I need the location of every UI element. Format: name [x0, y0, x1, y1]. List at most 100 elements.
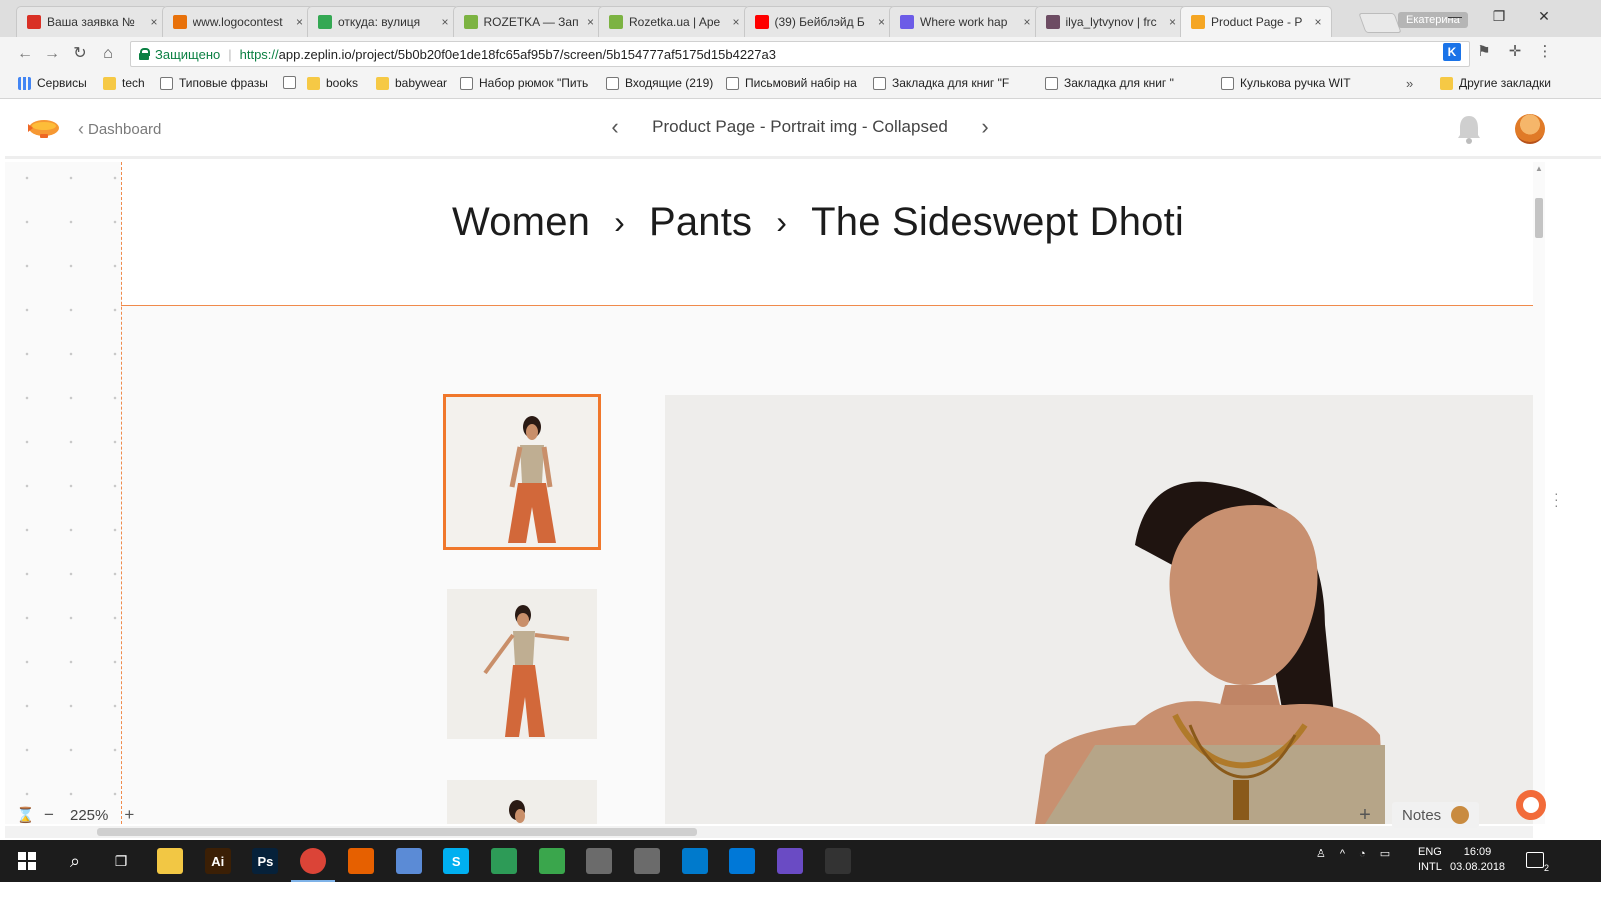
tab-close-icon[interactable]: ×: [1020, 15, 1034, 29]
browser-tab-3[interactable]: откуда: вулиця ×: [307, 6, 459, 37]
search-icon[interactable]: ⌕: [62, 848, 88, 874]
user-avatar[interactable]: [1515, 114, 1545, 144]
chrome-menu-icon[interactable]: ⋮: [1535, 42, 1555, 62]
app-b-taskbar-icon[interactable]: [538, 848, 565, 874]
browser-tab-6[interactable]: (39) Бейблэйд Б ×: [743, 6, 896, 37]
dashboard-back-link[interactable]: ‹ Dashboard: [78, 119, 161, 140]
wifi-icon[interactable]: ◔: [1359, 848, 1366, 860]
bookmark-item[interactable]: Кулькова ручка WIT: [1221, 76, 1351, 90]
tab-close-icon[interactable]: ×: [293, 15, 307, 29]
product-thumbnail-2[interactable]: [447, 589, 597, 739]
input-language[interactable]: ENG INTL: [1418, 845, 1442, 875]
browser-tab-4[interactable]: ROZETKA — Зап ×: [452, 6, 605, 37]
store-taskbar-icon[interactable]: [729, 848, 756, 874]
help-lifebuoy-icon[interactable]: [1516, 790, 1546, 820]
zoom-level[interactable]: 225%: [70, 807, 108, 824]
address-bar[interactable]: Защищено | https://app.zeplin.io/project…: [130, 41, 1470, 67]
breadcrumb-pants[interactable]: Pants: [649, 200, 752, 245]
windows-start-icon[interactable]: [18, 852, 36, 870]
zeplin-canvas[interactable]: Women › Pants › The Sideswept Dhoti: [5, 162, 1533, 824]
breadcrumb-product[interactable]: The Sideswept Dhoti: [811, 200, 1184, 245]
browser-tab-5[interactable]: Rozetka.ua | Ape ×: [598, 6, 750, 37]
tab-close-icon[interactable]: ×: [875, 15, 889, 29]
browser-tab-8[interactable]: ilya_lytvynov | frc ×: [1034, 6, 1187, 37]
file-explorer-taskbar-icon[interactable]: [157, 848, 183, 874]
main-product-image[interactable]: [665, 395, 1533, 824]
tab-close-icon[interactable]: ×: [1311, 15, 1325, 29]
git-b-taskbar-icon[interactable]: [634, 848, 660, 874]
bookmark-item[interactable]: [283, 76, 302, 89]
zeplin-logo-icon[interactable]: [25, 114, 61, 140]
people-icon[interactable]: ♙: [1316, 847, 1326, 860]
hourglass-icon[interactable]: ⌛: [16, 806, 38, 824]
bookmark-item[interactable]: Набор рюмок "Пить: [460, 76, 588, 90]
product-thumbnail-3[interactable]: [447, 780, 597, 824]
browser-tab-9[interactable]: Product Page - P ×: [1180, 6, 1332, 37]
new-tab-button[interactable]: [1358, 13, 1402, 33]
bookmark-item[interactable]: books: [307, 76, 358, 90]
browser-taskbar-icon[interactable]: [395, 848, 422, 874]
extension-pin-icon[interactable]: ⚑: [1474, 42, 1494, 62]
bookmark-item[interactable]: Типовые фразы: [160, 76, 268, 90]
design-artboard[interactable]: Women › Pants › The Sideswept Dhoti: [122, 162, 1533, 824]
zoom-in-button[interactable]: +: [118, 805, 140, 825]
scroll-up-icon[interactable]: ▲: [1535, 164, 1543, 173]
horizontal-scroll-thumb[interactable]: [97, 828, 697, 836]
git-a-taskbar-icon[interactable]: [586, 848, 613, 874]
previous-screen-icon[interactable]: ‹: [605, 114, 625, 140]
tab-close-icon[interactable]: ×: [147, 15, 161, 29]
tray-overflow-icon[interactable]: ^: [1340, 848, 1345, 860]
vertical-scrollbar[interactable]: ▲: [1533, 162, 1545, 824]
firefox-taskbar-icon[interactable]: [347, 848, 374, 874]
tab-close-icon[interactable]: ×: [584, 15, 598, 29]
reload-icon[interactable]: ↻: [69, 43, 91, 65]
browser-tab-7[interactable]: Where work hap ×: [889, 6, 1041, 37]
browser-tab-2[interactable]: www.logocontest ×: [161, 6, 314, 37]
back-icon[interactable]: ←: [14, 43, 36, 65]
home-icon[interactable]: ⌂: [97, 43, 119, 65]
vscode-taskbar-icon[interactable]: [681, 848, 708, 874]
bookmark-item[interactable]: Сервисы: [18, 76, 87, 90]
url-text[interactable]: https://app.zeplin.io/project/5b0b20f0e1…: [240, 47, 776, 62]
restore-button[interactable]: ❐: [1484, 8, 1514, 25]
bookmark-item[interactable]: babywear: [376, 76, 447, 90]
close-window-button[interactable]: ✕: [1529, 8, 1559, 25]
illustrator-taskbar-icon[interactable]: Ai: [204, 848, 231, 874]
bookmark-item[interactable]: Письмовий набір на: [726, 76, 857, 90]
extension-crosshair-icon[interactable]: ✛: [1505, 42, 1525, 62]
more-options-icon[interactable]: · · ·: [1554, 486, 1560, 512]
horizontal-scrollbar[interactable]: [5, 826, 1533, 838]
forward-icon[interactable]: →: [41, 43, 63, 65]
extension-k-icon[interactable]: K: [1443, 43, 1461, 61]
tab-close-icon[interactable]: ×: [438, 15, 452, 29]
photos-taskbar-icon[interactable]: [824, 848, 851, 874]
notes-button[interactable]: Notes: [1392, 802, 1480, 828]
next-screen-icon[interactable]: ›: [975, 114, 995, 140]
bookmark-item[interactable]: Закладка для книг ": [1045, 76, 1174, 90]
add-note-button[interactable]: +: [1356, 804, 1374, 827]
browser-tab-1[interactable]: Ваша заявка № ×: [16, 6, 168, 37]
breadcrumb-women[interactable]: Women: [452, 200, 590, 245]
product-thumbnail-1[interactable]: [443, 394, 601, 550]
bookmark-item[interactable]: Закладка для книг "F: [873, 76, 1009, 90]
bookmark-item[interactable]: tech: [103, 76, 145, 90]
zeplin-header: ‹ Dashboard ‹ Product Page - Portrait im…: [5, 100, 1601, 159]
tab-close-icon[interactable]: ×: [729, 15, 743, 29]
vertical-scroll-thumb[interactable]: [1535, 198, 1543, 238]
task-view-icon[interactable]: ❐: [108, 848, 134, 874]
app-a-taskbar-icon[interactable]: [490, 848, 517, 874]
action-center-icon[interactable]: 2: [1526, 852, 1549, 873]
photoshop-taskbar-icon[interactable]: Ps: [252, 848, 279, 874]
chrome-taskbar-icon[interactable]: [291, 848, 336, 882]
other-bookmarks[interactable]: Другие закладки: [1440, 76, 1551, 90]
battery-icon[interactable]: ▭: [1380, 847, 1390, 860]
minimize-button[interactable]: —: [1440, 8, 1470, 24]
app-c-taskbar-icon[interactable]: [777, 848, 804, 874]
system-clock[interactable]: 16:09 03.08.2018: [1450, 845, 1505, 875]
skype-taskbar-icon[interactable]: S: [443, 848, 470, 874]
notifications-bell-icon[interactable]: [1455, 112, 1483, 146]
bookmark-item[interactable]: Входящие (219): [606, 76, 713, 90]
tab-close-icon[interactable]: ×: [1166, 15, 1180, 29]
bookmarks-overflow-icon[interactable]: »: [1406, 76, 1413, 91]
zoom-out-button[interactable]: −: [38, 805, 60, 825]
